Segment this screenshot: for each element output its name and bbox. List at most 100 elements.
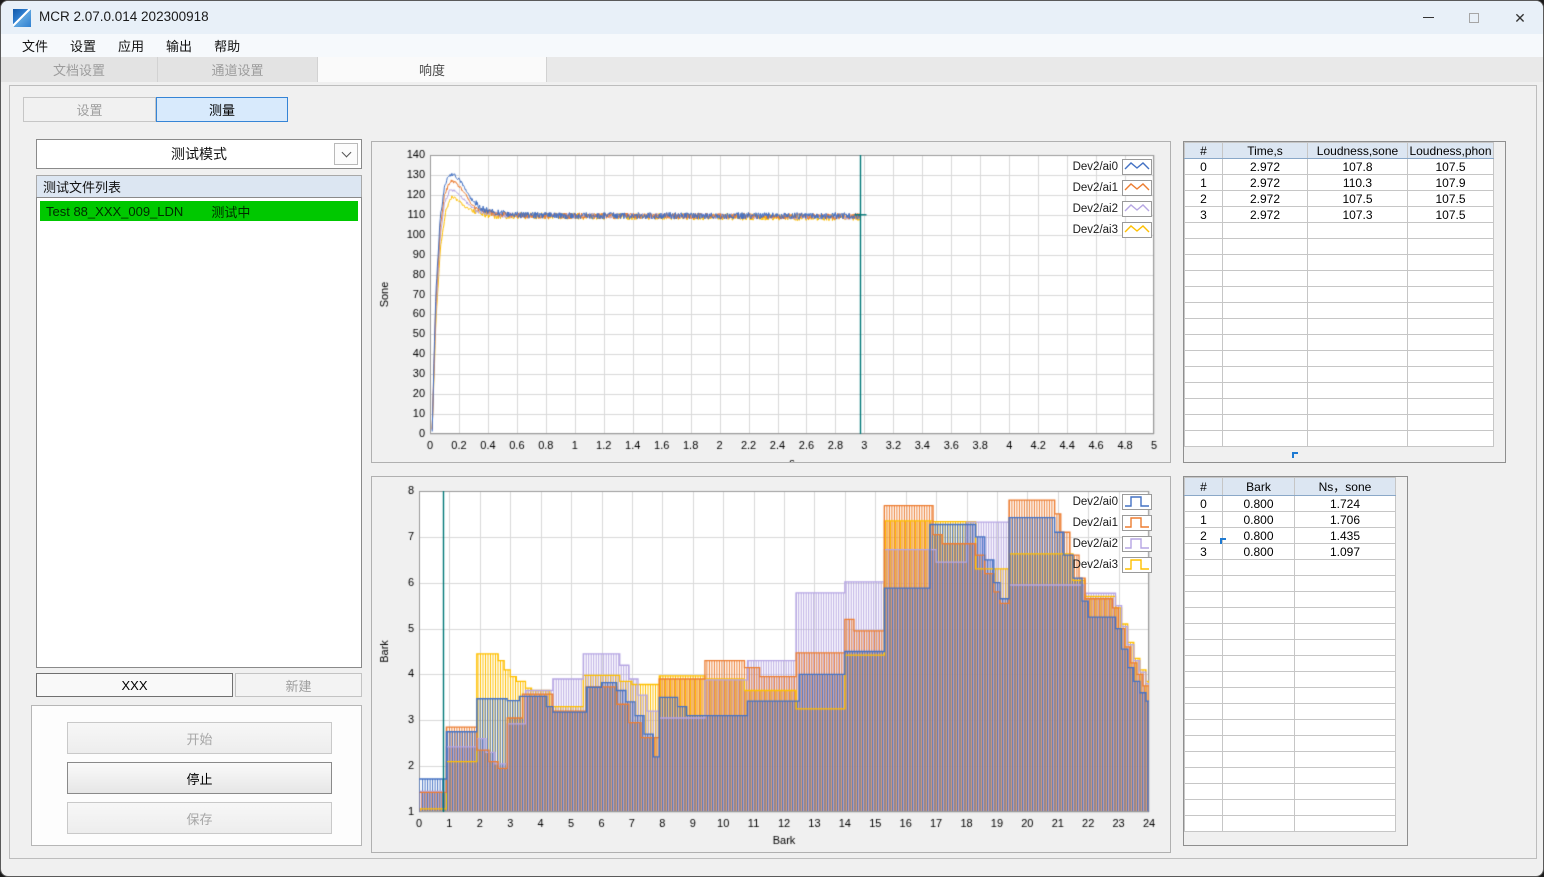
table-cell	[1222, 318, 1308, 335]
table-cell: 2	[1184, 527, 1223, 544]
legend-sample-step-icon	[1122, 514, 1152, 531]
menu-item-1[interactable]: 文件	[11, 34, 59, 57]
loudness-time-chart[interactable]	[372, 142, 1170, 462]
table-cell	[1184, 623, 1223, 640]
legend-sample-line-icon	[1122, 221, 1152, 238]
menu-item-3[interactable]: 应用	[107, 34, 155, 57]
table-row[interactable]: 3 0.800 1.097	[1184, 543, 1396, 560]
table-cell: 2.972	[1222, 174, 1308, 191]
title-bar: MCR 2.07.0.014 202300918 ✕	[1, 1, 1543, 34]
table-row[interactable]: 2 2.972 107.5 107.5	[1184, 190, 1494, 207]
table-cell	[1294, 671, 1396, 688]
table-cell	[1222, 607, 1295, 624]
table-row[interactable]: 0 0.800 1.724	[1184, 495, 1396, 512]
table-cell	[1294, 735, 1396, 752]
legend-entry-Dev2-ai2[interactable]: Dev2/ai2	[1073, 198, 1152, 219]
table-empty-row	[1184, 719, 1396, 736]
start-button[interactable]: 开始	[67, 722, 332, 754]
table-cell: 107.3	[1307, 206, 1408, 223]
maximize-button[interactable]	[1451, 1, 1497, 34]
table-cell: 0	[1184, 495, 1223, 512]
table-cell	[1222, 767, 1295, 784]
table-row[interactable]: 0 2.972 107.8 107.5	[1184, 158, 1494, 175]
table-cell	[1184, 607, 1223, 624]
table-row[interactable]: 1 2.972 110.3 107.9	[1184, 174, 1494, 191]
table-cell	[1294, 751, 1396, 768]
table-cell	[1184, 414, 1223, 431]
table-cell	[1184, 735, 1223, 752]
table-cell	[1184, 559, 1223, 576]
test-file-listbox[interactable]: Test 88_XXX_009_LDN 测试中	[36, 197, 362, 668]
specific-loudness-chart[interactable]	[372, 477, 1170, 852]
table-cell	[1222, 655, 1295, 672]
table-cell	[1294, 639, 1396, 656]
table-cell	[1294, 799, 1396, 816]
table-cell	[1222, 639, 1295, 656]
test-mode-value: 测试模式	[171, 146, 227, 162]
table-row[interactable]: 3 2.972 107.3 107.5	[1184, 206, 1494, 223]
tab-3[interactable]: 响度	[318, 57, 547, 82]
legend-entry-Dev2-ai0[interactable]: Dev2/ai0	[1073, 491, 1152, 512]
table-row[interactable]: 1 0.800 1.706	[1184, 511, 1396, 528]
table-empty-row	[1184, 350, 1494, 367]
specific-loudness-legend: Dev2/ai0 Dev2/ai1 Dev2/ai2 Dev2/ai3	[1073, 491, 1152, 575]
maximize-icon	[1469, 12, 1479, 23]
table-cell: 0.800	[1222, 527, 1295, 544]
table-cell	[1184, 382, 1223, 399]
table-empty-row	[1184, 430, 1494, 447]
menu-item-4[interactable]: 输出	[155, 34, 203, 57]
table-empty-row	[1184, 623, 1396, 640]
minimize-button[interactable]	[1405, 1, 1451, 34]
table-cell	[1222, 286, 1308, 303]
table-cell	[1307, 238, 1408, 255]
table-cell	[1407, 222, 1494, 239]
table-cell	[1184, 703, 1223, 720]
table-cell	[1184, 575, 1223, 592]
subtab-settings[interactable]: 设置	[23, 97, 156, 122]
legend-entry-Dev2-ai1[interactable]: Dev2/ai1	[1073, 177, 1152, 198]
legend-label: Dev2/ai1	[1072, 516, 1118, 529]
table-cell	[1184, 302, 1223, 319]
tab-1[interactable]: 文档设置	[1, 57, 158, 82]
new-button[interactable]: 新建	[235, 673, 362, 697]
table-cell: 3	[1184, 543, 1223, 560]
table-cell	[1222, 414, 1308, 431]
table-cell	[1184, 350, 1223, 367]
table-empty-row	[1184, 815, 1396, 832]
close-button[interactable]: ✕	[1497, 1, 1543, 34]
legend-entry-Dev2-ai0[interactable]: Dev2/ai0	[1073, 156, 1152, 177]
legend-label: Dev2/ai2	[1072, 537, 1118, 550]
legend-entry-Dev2-ai1[interactable]: Dev2/ai1	[1073, 512, 1152, 533]
table-cell: 0.800	[1222, 511, 1295, 528]
table-cell	[1184, 430, 1223, 447]
table-cell	[1222, 815, 1295, 832]
table-cell	[1222, 350, 1308, 367]
subtab-measure[interactable]: 测量	[156, 97, 288, 122]
legend-entry-Dev2-ai3[interactable]: Dev2/ai3	[1073, 554, 1152, 575]
stop-button[interactable]: 停止	[67, 762, 332, 794]
xxx-button[interactable]: XXX	[36, 673, 233, 697]
table-cell: 1	[1184, 511, 1223, 528]
table-cell: 2.972	[1222, 190, 1308, 207]
table-cell	[1294, 719, 1396, 736]
table-empty-row	[1184, 366, 1494, 383]
table-cell	[1307, 334, 1408, 351]
menu-item-5[interactable]: 帮助	[203, 34, 251, 57]
loudness-time-chart-panel: Dev2/ai0 Dev2/ai1 Dev2/ai2 Dev2/ai3	[371, 141, 1171, 463]
tab-2[interactable]: 通道设置	[158, 57, 318, 82]
column-header: Bark	[1222, 477, 1295, 496]
legend-entry-Dev2-ai3[interactable]: Dev2/ai3	[1073, 219, 1152, 240]
table-empty-row	[1184, 238, 1494, 255]
table-empty-row	[1184, 222, 1494, 239]
table-cell	[1222, 334, 1308, 351]
test-file-item[interactable]: Test 88_XXX_009_LDN 测试中	[40, 201, 358, 221]
table-empty-row	[1184, 254, 1494, 271]
save-button[interactable]: 保存	[67, 802, 332, 834]
table-empty-row	[1184, 607, 1396, 624]
menu-item-2[interactable]: 设置	[59, 34, 107, 57]
table-cell: 107.5	[1407, 206, 1494, 223]
table-row[interactable]: 2 0.800 1.435	[1184, 527, 1396, 544]
test-mode-select[interactable]: 测试模式	[36, 139, 362, 169]
legend-entry-Dev2-ai2[interactable]: Dev2/ai2	[1073, 533, 1152, 554]
table-empty-row	[1184, 302, 1494, 319]
